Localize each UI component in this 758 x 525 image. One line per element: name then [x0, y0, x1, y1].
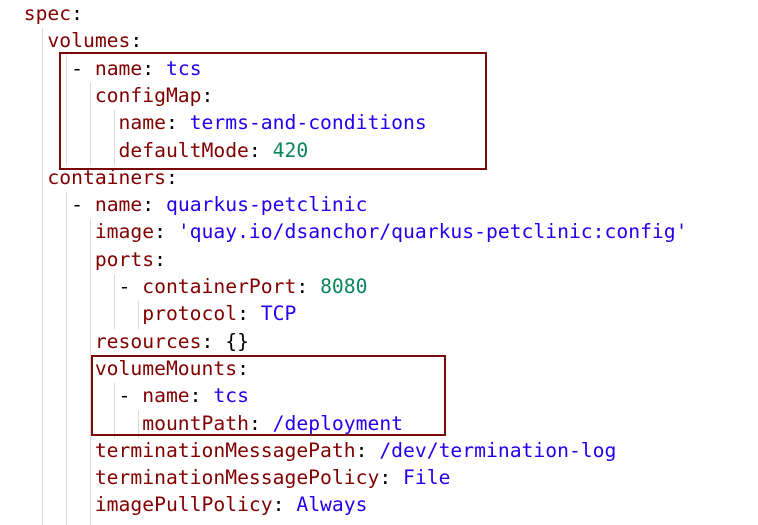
yaml-key: name	[94, 193, 143, 217]
key-separator: :	[154, 247, 166, 271]
yaml-key: resources	[94, 329, 202, 353]
key-separator: :	[154, 220, 178, 244]
key-separator: :	[355, 438, 380, 462]
yaml-value: File	[403, 466, 451, 490]
yaml-key: terminationMessagePolicy	[94, 466, 380, 490]
key-separator: :	[142, 193, 166, 217]
yaml-value: Always	[296, 493, 368, 517]
line-dash: -	[71, 193, 95, 217]
key-separator: :	[237, 302, 261, 326]
yaml-key: containerPort	[142, 275, 297, 298]
line-dash: -	[118, 275, 143, 298]
yaml-key: image	[94, 220, 155, 244]
key-separator: :	[272, 493, 297, 517]
code-line: imagePullPolicy: Always	[0, 491, 368, 518]
code-line: - name: quarkus-petclinic	[0, 191, 367, 218]
code-line: - containerPort: 8080	[0, 273, 368, 300]
code-line: terminationMessagePath: /dev/termination…	[0, 437, 617, 464]
volumes-highlight-box	[59, 52, 487, 170]
yaml-key: imagePullPolicy	[94, 493, 273, 517]
code-line: image: 'quay.io/dsanchor/quarkus-petclin…	[0, 218, 688, 245]
yaml-value: {}	[225, 329, 249, 353]
yaml-value: 8080	[320, 275, 368, 298]
key-separator: :	[71, 2, 83, 25]
code-line: protocol: TCP	[0, 300, 296, 327]
key-separator: :	[130, 29, 143, 53]
code-line: terminationMessagePolicy: File	[0, 464, 451, 491]
volume-mounts-highlight-box	[91, 355, 446, 436]
yaml-key: volumes	[47, 29, 131, 53]
yaml-value: quarkus-petclinic	[165, 193, 368, 217]
key-separator: :	[201, 329, 226, 353]
yaml-value: 'quay.io/dsanchor/quarkus-petclinic:conf…	[177, 220, 688, 244]
yaml-value: /dev/termination-log	[379, 438, 617, 462]
yaml-key: protocol	[142, 302, 238, 326]
key-separator: :	[296, 275, 321, 298]
code-line: spec:	[0, 0, 83, 27]
key-separator: :	[379, 466, 404, 490]
yaml-value: TCP	[260, 302, 297, 326]
yaml-key: ports	[94, 247, 155, 271]
yaml-key: spec	[23, 2, 72, 25]
code-line: resources: {}	[0, 328, 249, 355]
code-line: ports:	[0, 246, 166, 273]
yaml-key: terminationMessagePath	[94, 438, 356, 462]
code-line: volumes:	[0, 27, 142, 54]
yaml-code-editor[interactable]: spec: volumes: - name: tcs configMap: na…	[0, 0, 758, 525]
